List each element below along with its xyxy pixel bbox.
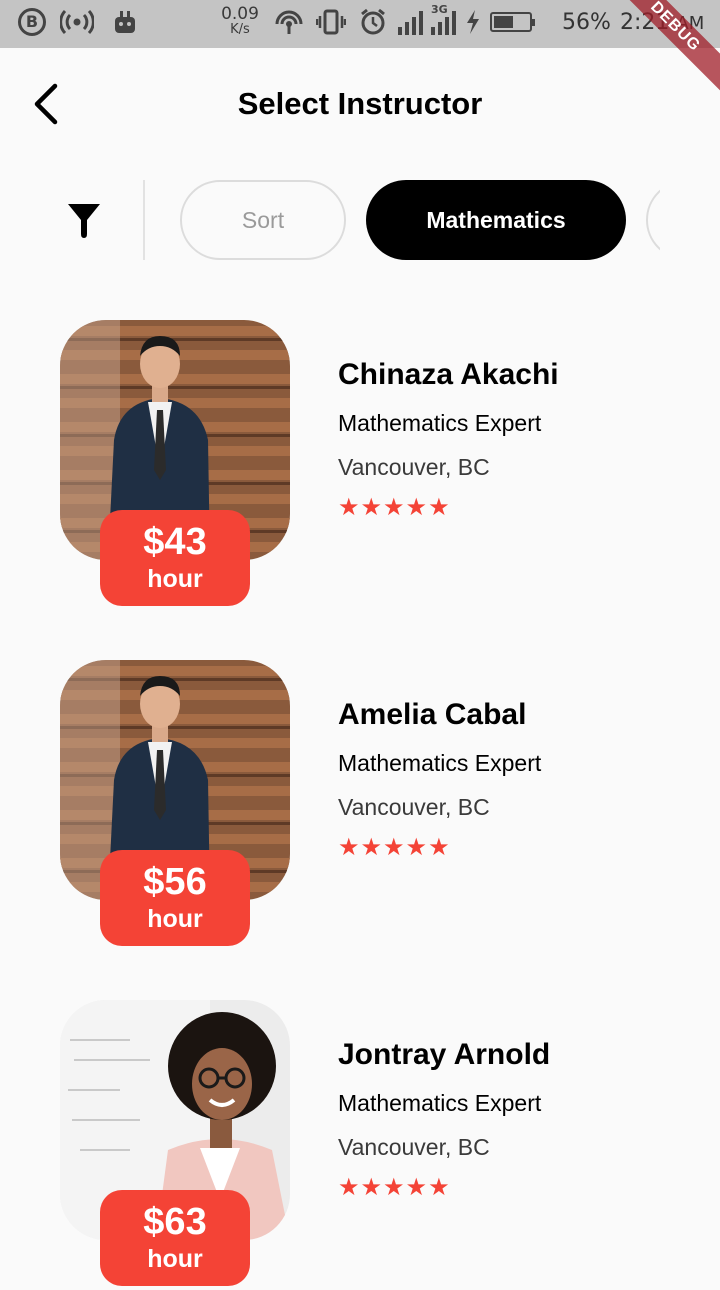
- network-type-label: 3G: [431, 3, 448, 16]
- network-speed-value: 0.09: [221, 4, 259, 24]
- price-unit: hour: [147, 905, 203, 933]
- instructor-info: Jontray Arnold Mathematics Expert Vancou…: [338, 1036, 550, 1202]
- mathematics-chip-label: Mathematics: [426, 206, 566, 233]
- next-chip[interactable]: [646, 180, 660, 260]
- status-bar-system-icons: 3G: [272, 3, 535, 36]
- signal-icon: [398, 9, 423, 35]
- status-bar: B 0.09 K/s 3G 56% 2:21 AM: [0, 0, 720, 48]
- instructor-card[interactable]: $43 hour Chinaza Akachi Mathematics Expe…: [60, 320, 660, 610]
- battery-fill: [494, 16, 514, 28]
- battery-percent: 56%: [562, 10, 611, 35]
- price-unit: hour: [147, 1245, 203, 1273]
- b-app-icon: B: [18, 8, 46, 36]
- wireless-icon: [272, 8, 306, 36]
- filter-icon: [68, 204, 100, 238]
- filter-button[interactable]: [60, 196, 108, 244]
- signal-3g-icon: 3G: [431, 3, 456, 35]
- network-speed: 0.09 K/s: [220, 6, 260, 38]
- mathematics-chip[interactable]: Mathematics: [366, 180, 626, 260]
- network-speed-unit: K/s: [230, 22, 250, 37]
- vibrate-icon: [314, 8, 348, 36]
- price-badge: $43 hour: [100, 510, 250, 606]
- instructor-specialty: Mathematics Expert: [338, 750, 542, 776]
- instructor-location: Vancouver, BC: [338, 454, 490, 480]
- sort-chip-label: Sort: [241, 206, 285, 233]
- star-rating: ★★★★★: [338, 1173, 451, 1201]
- alarm-icon: [356, 8, 390, 36]
- android-icon: [108, 8, 142, 36]
- hotspot-icon: [60, 8, 94, 36]
- price-unit: hour: [147, 565, 203, 593]
- price-badge: $56 hour: [100, 850, 250, 946]
- instructor-name: Amelia Cabal: [338, 698, 527, 731]
- filter-chip-list[interactable]: Sort Mathematics: [180, 180, 660, 260]
- instructor-name: Chinaza Akachi: [338, 358, 559, 391]
- instructor-info: Amelia Cabal Mathematics Expert Vancouve…: [338, 696, 541, 862]
- price-badge: $63 hour: [100, 1190, 250, 1286]
- instructor-specialty: Mathematics Expert: [338, 410, 542, 436]
- page-title: Select Instructor: [237, 86, 483, 121]
- star-rating: ★★★★★: [338, 493, 451, 521]
- instructor-card[interactable]: $63 hour Jontray Arnold Mathematics Expe…: [60, 1000, 660, 1290]
- instructor-location: Vancouver, BC: [338, 1134, 490, 1160]
- charging-icon: [464, 8, 482, 36]
- filter-divider: [143, 180, 145, 260]
- instructor-info: Chinaza Akachi Mathematics Expert Vancou…: [338, 356, 559, 522]
- instructor-name: Jontray Arnold: [338, 1038, 551, 1071]
- battery-icon: [490, 12, 535, 32]
- instructor-location: Vancouver, BC: [338, 794, 490, 820]
- instructor-specialty: Mathematics Expert: [338, 1090, 542, 1116]
- status-bar-notifications: B: [18, 8, 142, 36]
- price-amount: $63: [143, 1201, 207, 1243]
- sort-chip[interactable]: Sort: [180, 180, 346, 260]
- star-rating: ★★★★★: [338, 833, 451, 861]
- instructor-card[interactable]: $56 hour Amelia Cabal Mathematics Expert…: [60, 660, 660, 950]
- price-amount: $56: [143, 861, 207, 903]
- price-amount: $43: [143, 521, 207, 563]
